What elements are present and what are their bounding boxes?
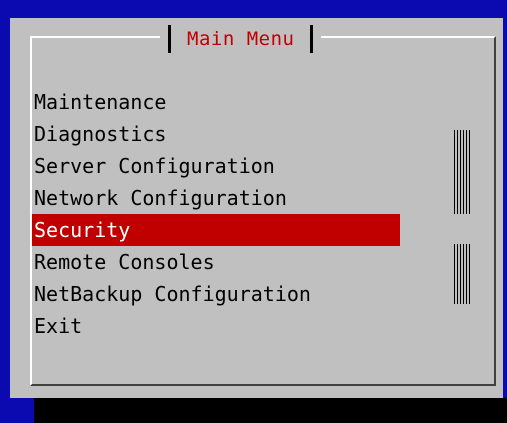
menu-scrollbar[interactable]: [454, 130, 470, 330]
menu-item-remote-consoles[interactable]: Remote Consoles: [32, 246, 400, 278]
menu-item-diagnostics[interactable]: Diagnostics: [32, 118, 400, 150]
dialog-title-bar: Main Menu: [160, 24, 322, 54]
scrollbar-track-upper: [454, 130, 470, 214]
main-menu-list: Maintenance Diagnostics Server Configura…: [32, 86, 400, 342]
menu-item-network-configuration[interactable]: Network Configuration: [32, 182, 400, 214]
dialog-shadow: [34, 398, 507, 423]
menu-item-server-configuration[interactable]: Server Configuration: [32, 150, 400, 182]
main-menu-dialog: Main Menu Maintenance Diagnostics Server…: [10, 18, 503, 398]
menu-item-security[interactable]: Security: [32, 214, 400, 246]
menu-item-maintenance[interactable]: Maintenance: [32, 86, 400, 118]
title-bracket-right: [310, 25, 314, 53]
dialog-title: Main Menu: [187, 28, 295, 50]
scrollbar-track-lower: [454, 244, 470, 304]
title-bracket-left: [168, 25, 171, 53]
menu-item-exit[interactable]: Exit: [32, 310, 400, 342]
menu-item-netbackup-configuration[interactable]: NetBackup Configuration: [32, 278, 400, 310]
